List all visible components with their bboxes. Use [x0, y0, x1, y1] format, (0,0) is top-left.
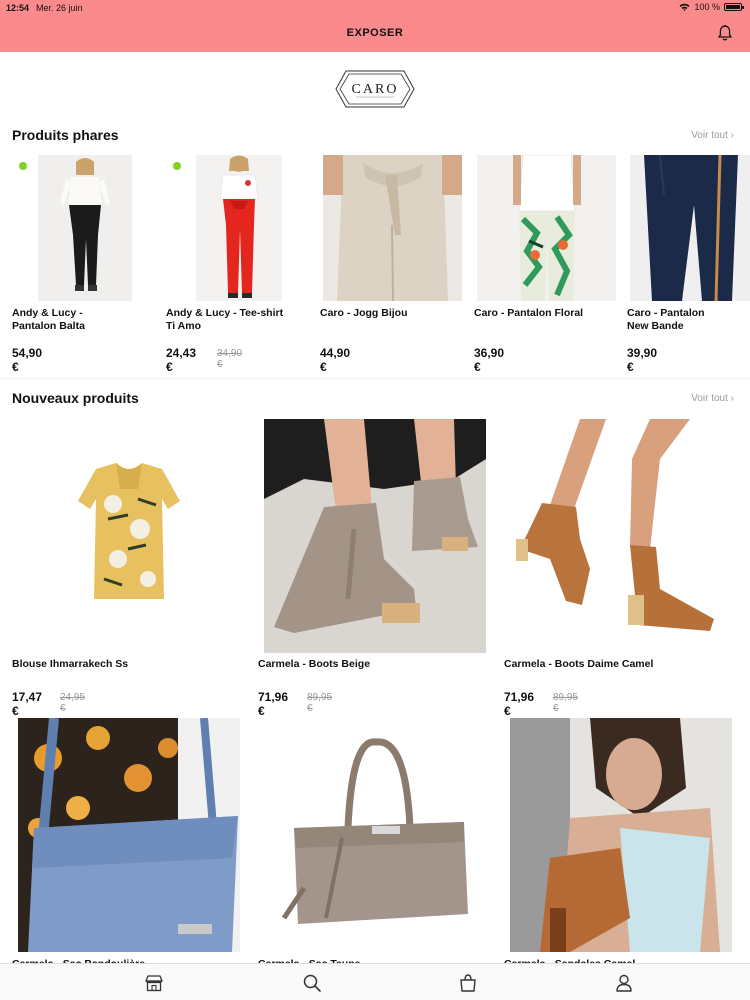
product-name-line: Caro - Pantalon	[627, 307, 705, 319]
new-products-section-title: Nouveaux produits	[12, 390, 139, 406]
battery-icon	[724, 3, 744, 11]
product-name-line: Ti Amo	[166, 320, 202, 332]
availability-dot	[173, 162, 181, 170]
product-image[interactable]	[264, 718, 486, 952]
product-image[interactable]	[18, 718, 240, 952]
product-image[interactable]	[477, 155, 616, 301]
product-image[interactable]	[510, 419, 732, 653]
status-date: Mer. 26 juin	[36, 3, 83, 13]
battery-label: 100 %	[694, 2, 720, 12]
product-image[interactable]	[264, 419, 486, 653]
product-price: 71,96 €	[504, 690, 535, 718]
product-old-price: 89,95 €	[307, 692, 333, 714]
status-bar: 12:54 Mer. 26 juin 100 %	[0, 0, 750, 16]
navigation-bar: 12:54 Mer. 26 juin 100 % EXPOSER	[0, 0, 750, 52]
product-image[interactable]	[38, 155, 132, 301]
product-price: 17,47 €	[12, 690, 43, 718]
bag-icon[interactable]	[458, 973, 478, 993]
product-name: Caro - Pantalon New Bande	[627, 307, 747, 333]
product-name: Carmela - Boots Beige	[258, 658, 371, 670]
user-icon[interactable]	[614, 973, 634, 993]
new-products-see-all-label: Voir tout	[691, 393, 728, 404]
status-time: 12:54	[6, 3, 30, 13]
product-image[interactable]	[323, 155, 462, 301]
product-price: 36,90 €	[474, 346, 505, 374]
product-name: Caro - Jogg Bijou	[320, 307, 460, 320]
product-old-price: 89,95 €	[553, 692, 579, 714]
product-price: 54,90 €	[12, 346, 43, 374]
featured-section-title: Produits phares	[12, 127, 119, 143]
bell-icon[interactable]	[716, 24, 734, 42]
product-name-line: Caro - Pantalon Floral	[474, 307, 584, 319]
product-name: Andy & Lucy - Tee-shirt Ti Amo	[166, 307, 311, 333]
caro-logo: CARO	[335, 70, 415, 108]
product-name-line: Caro - Jogg Bijou	[320, 307, 408, 319]
page-title: EXPOSER	[346, 27, 404, 39]
product-name-line: Andy & Lucy -	[12, 307, 83, 319]
product-image[interactable]	[18, 419, 240, 653]
product-image[interactable]	[630, 155, 750, 301]
product-image[interactable]	[196, 155, 282, 301]
availability-dot	[19, 162, 27, 170]
logo-text: CARO	[352, 82, 399, 97]
product-old-price: 24,95 €	[60, 692, 86, 714]
new-products-see-all-link[interactable]: Voir tout ›	[691, 393, 734, 404]
status-right: 100 %	[679, 2, 744, 12]
product-name-line: Pantalon Balta	[12, 320, 85, 332]
product-price: 24,43 €	[166, 346, 197, 374]
featured-see-all-link[interactable]: Voir tout ›	[691, 130, 734, 141]
product-price: 44,90 €	[320, 346, 351, 374]
product-old-price: 34,90 €	[217, 348, 243, 370]
product-name: Caro - Pantalon Floral	[474, 307, 614, 320]
product-name: Blouse Ihmarrakech Ss	[12, 658, 129, 670]
product-name: Andy & Lucy - Pantalon Balta	[12, 307, 152, 333]
tab-bar	[0, 963, 750, 1000]
wifi-icon	[679, 3, 690, 11]
product-price: 71,96 €	[258, 690, 289, 718]
section-divider	[0, 378, 750, 379]
search-icon[interactable]	[302, 973, 322, 993]
featured-see-all-label: Voir tout	[691, 130, 728, 141]
product-name-line: Andy & Lucy - Tee-shirt	[166, 307, 284, 319]
store-icon[interactable]	[144, 973, 164, 993]
product-price: 39,90 €	[627, 346, 658, 374]
product-image[interactable]	[510, 718, 732, 952]
product-name-line: New Bande	[627, 320, 684, 332]
product-name: Carmela - Boots Daime Camel	[504, 658, 654, 670]
